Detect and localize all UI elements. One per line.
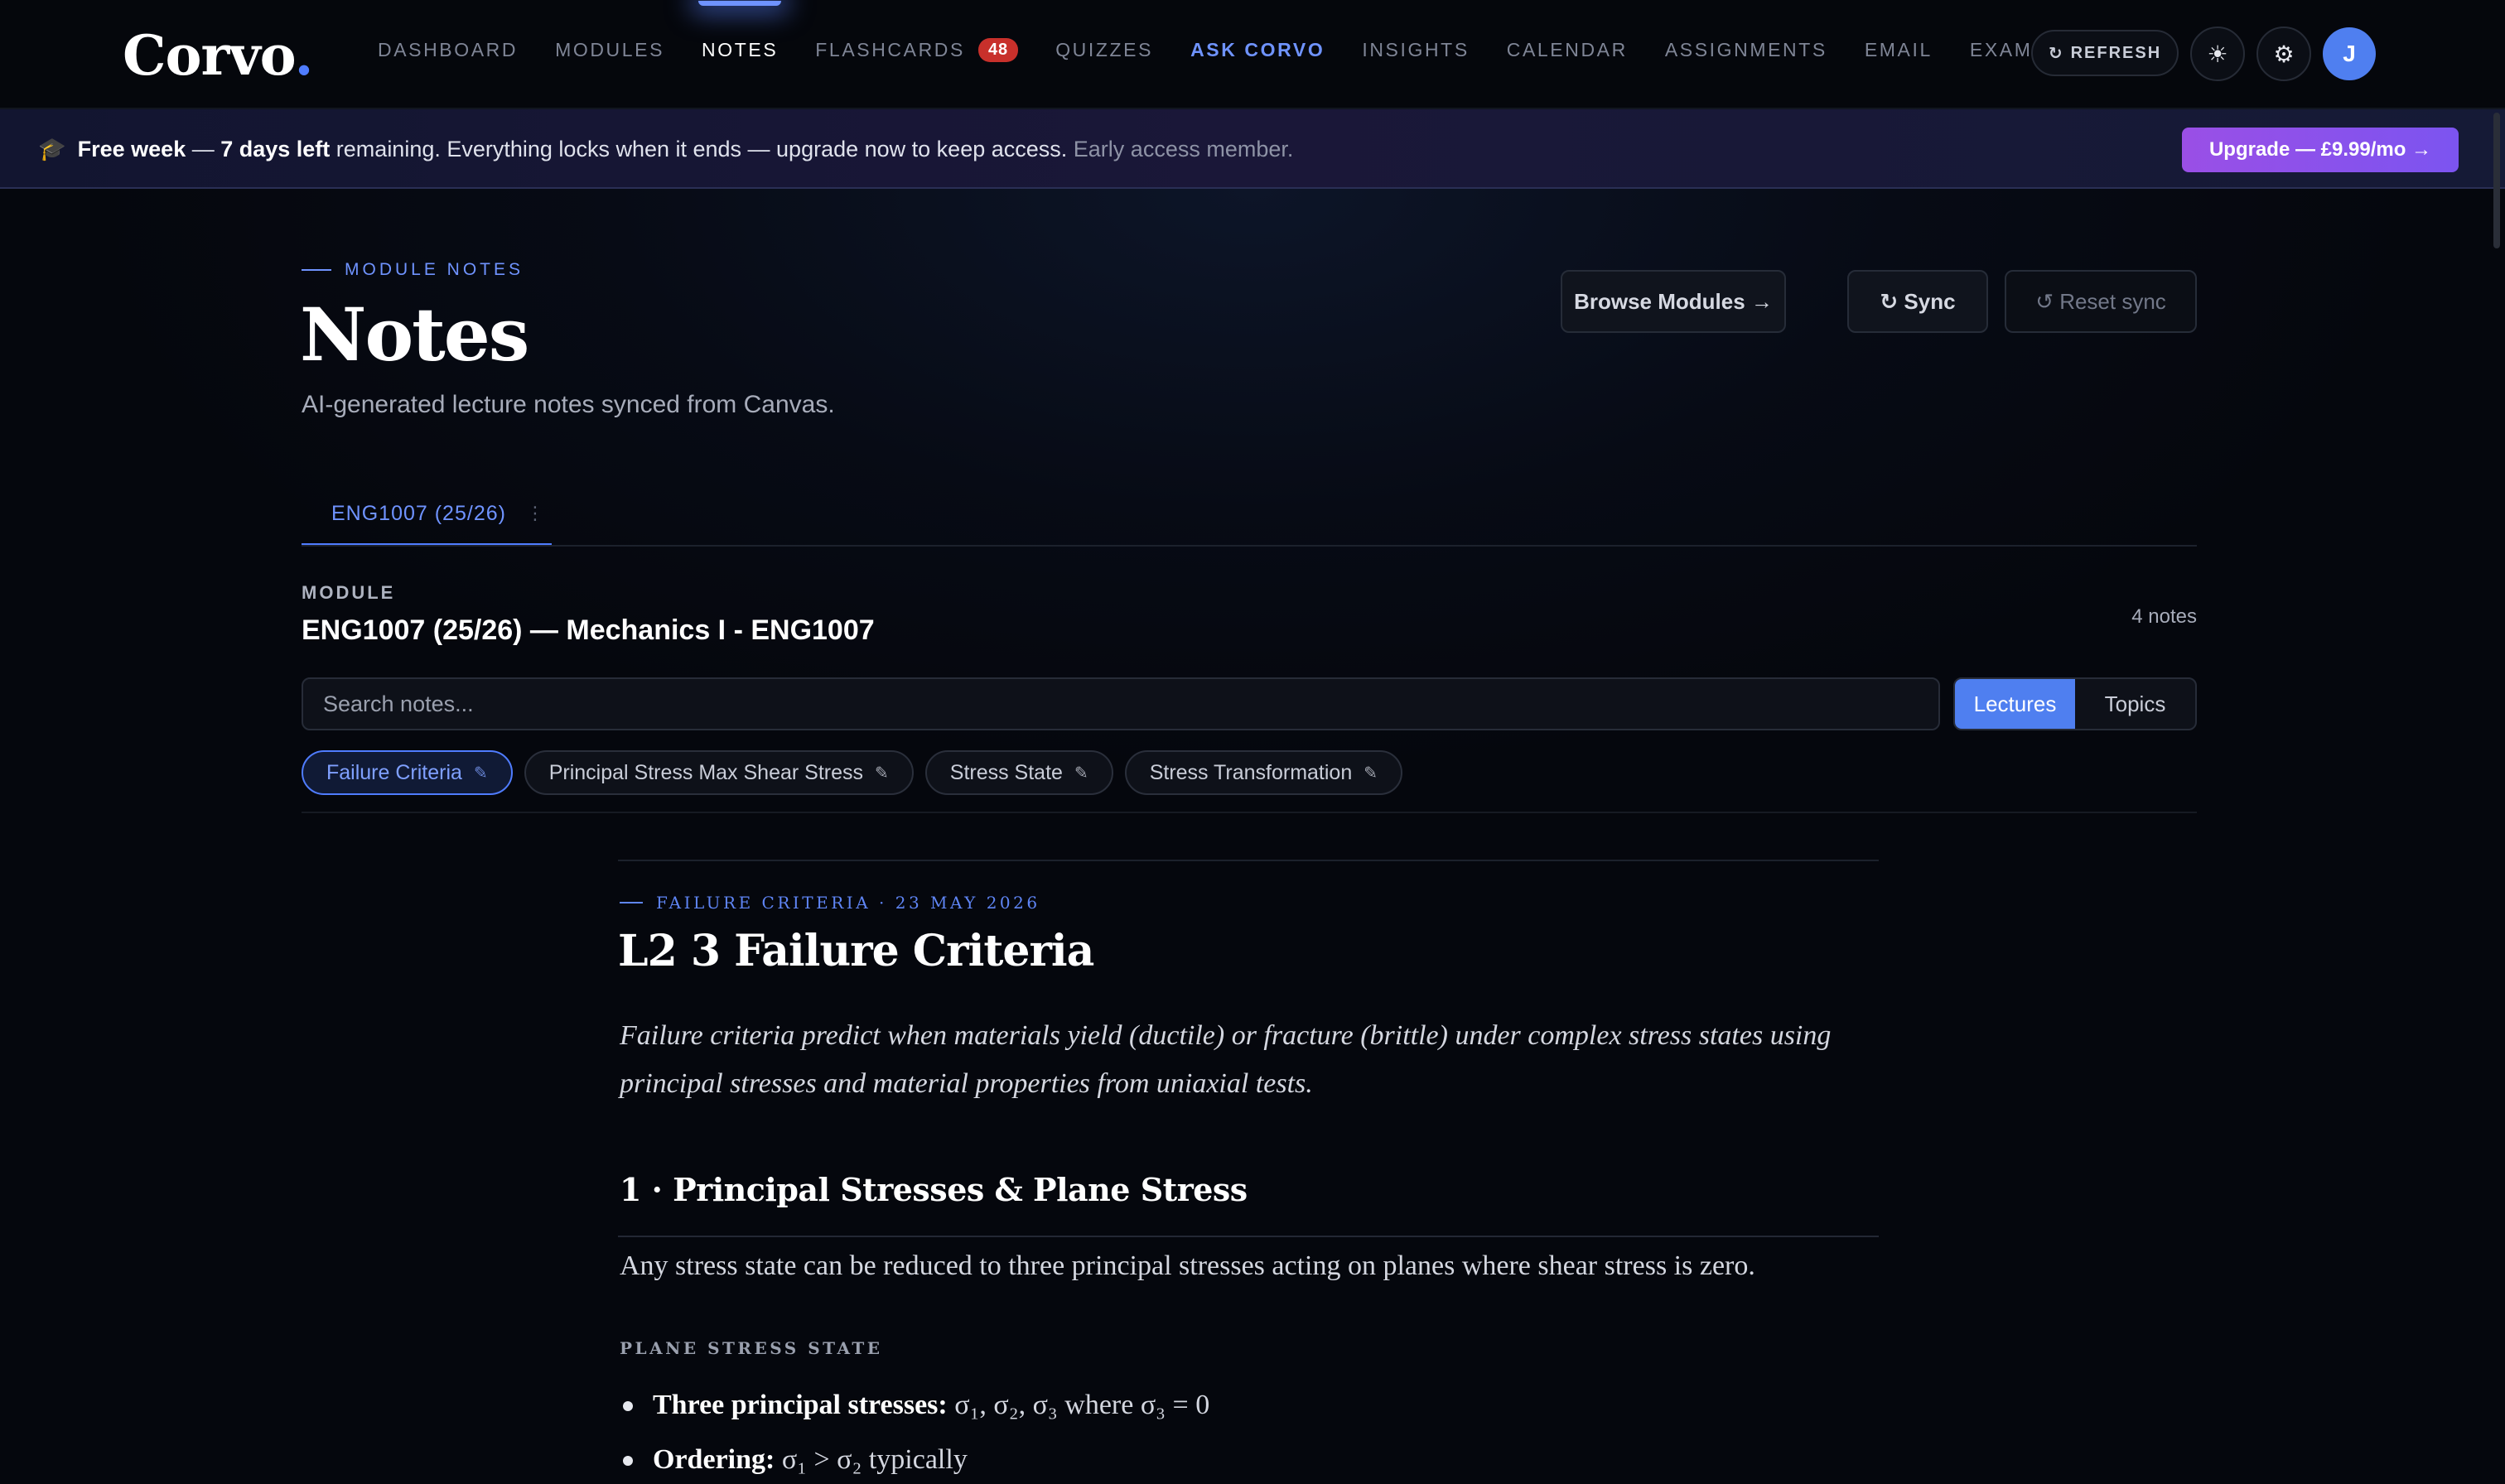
nav-insights[interactable]: INSIGHTS xyxy=(1362,39,1469,61)
flashcards-count-badge: 48 xyxy=(977,38,1019,62)
subsection-label: PLANE STRESS STATE xyxy=(620,1338,883,1358)
sync-button[interactable]: ↻ Sync xyxy=(1847,270,1988,333)
eyebrow-text: MODULE NOTES xyxy=(345,260,524,279)
trial-banner: 🎓 Free week — 7 days left remaining. Ever… xyxy=(0,109,2505,189)
nav-flashcards[interactable]: FLASHCARDS 48 xyxy=(815,38,1019,62)
banner-message: remaining. Everything locks when it ends… xyxy=(330,137,1074,161)
nav-email[interactable]: EMAIL xyxy=(1865,39,1933,61)
upgrade-button[interactable]: Upgrade — £9.99/mo → xyxy=(2182,128,2459,172)
notes-count: 4 notes xyxy=(2131,605,2197,628)
user-avatar[interactable]: J xyxy=(2323,27,2376,80)
refresh-icon: ↻ xyxy=(2048,44,2064,63)
lectures-toggle[interactable]: Lectures xyxy=(1955,679,2075,729)
gear-icon: ⚙ xyxy=(2273,41,2295,67)
nav-ask-corvo[interactable]: ASK CORVO xyxy=(1190,39,1325,61)
page-title: Notes xyxy=(300,292,529,378)
tabs-divider xyxy=(302,545,2197,547)
theme-toggle-button[interactable]: ☀ xyxy=(2190,26,2245,81)
view-toggle: Lectures Topics xyxy=(1953,677,2197,730)
eyebrow-line xyxy=(302,269,331,271)
list-item: Ordering: σ₁ > σ₂ typically xyxy=(620,1439,1209,1484)
chips-divider xyxy=(302,812,2197,813)
bullet-list: Three principal stresses: σ₁, σ₂, σ₃ whe… xyxy=(620,1385,1209,1484)
refresh-button[interactable]: ↻ REFRESH xyxy=(2031,30,2179,76)
nav-modules[interactable]: MODULES xyxy=(555,39,664,61)
section-title: 1 · Principal Stresses & Plane Stress xyxy=(620,1171,1248,1208)
chip-stress-state[interactable]: Stress State ✎ xyxy=(924,750,1113,795)
section-body: Any stress state can be reduced to three… xyxy=(620,1250,1755,1281)
chip-label: Stress State xyxy=(949,760,1063,784)
pencil-icon[interactable]: ✎ xyxy=(1364,763,1378,783)
logo[interactable]: Corvo. xyxy=(123,23,314,88)
banner-free-week: Free week xyxy=(77,137,186,161)
banner-dash: — xyxy=(186,137,221,161)
tab-label: ENG1007 (25/26) xyxy=(331,501,506,525)
article-eyebrow: FAILURE CRITERIA · 23 MAY 2026 xyxy=(620,893,1040,913)
app-root: Corvo. DASHBOARD MODULES NOTES FLASHCARD… xyxy=(0,0,2505,1484)
banner-days-left: 7 days left xyxy=(220,137,331,161)
chip-label: Failure Criteria xyxy=(326,760,462,784)
nav-assignments[interactable]: ASSIGNMENTS xyxy=(1665,39,1827,61)
bullet-term: Ordering: xyxy=(653,1444,775,1475)
list-item: Three principal stresses: σ₁, σ₂, σ₃ whe… xyxy=(620,1385,1209,1439)
kebab-menu-icon[interactable]: ⋮ xyxy=(526,503,545,524)
chip-principal-stress[interactable]: Principal Stress Max Shear Stress ✎ xyxy=(524,750,914,795)
chip-stress-transformation[interactable]: Stress Transformation ✎ xyxy=(1124,750,1402,795)
tab-eng1007[interactable]: ENG1007 (25/26) ⋮ xyxy=(302,484,552,547)
page-eyebrow: MODULE NOTES xyxy=(302,260,524,280)
logo-text: Corvo xyxy=(123,23,296,88)
nav-dashboard[interactable]: DASHBOARD xyxy=(378,39,518,61)
module-label: MODULE xyxy=(302,582,396,603)
pencil-icon[interactable]: ✎ xyxy=(474,763,488,783)
chip-failure-criteria[interactable]: Failure Criteria ✎ xyxy=(302,750,513,795)
top-nav: Corvo. DASHBOARD MODULES NOTES FLASHCARD… xyxy=(0,0,2505,109)
article-lead: Failure criteria predict when materials … xyxy=(620,1020,1832,1099)
nav-quizzes[interactable]: QUIZZES xyxy=(1055,39,1153,61)
search-notes-input[interactable] xyxy=(302,677,1940,730)
topics-toggle[interactable]: Topics xyxy=(2075,679,2195,729)
nav-notes[interactable]: NOTES xyxy=(698,1,782,61)
banner-member-note: Early access member. xyxy=(1073,137,1294,161)
sun-icon: ☀ xyxy=(2207,41,2228,67)
nav-calendar[interactable]: CALENDAR xyxy=(1507,39,1628,61)
reset-sync-button[interactable]: ↺ Reset sync xyxy=(2005,270,2197,333)
page-scrollbar[interactable] xyxy=(2493,113,2500,248)
browse-modules-button[interactable]: Browse Modules → xyxy=(1561,270,1786,333)
article-top-divider xyxy=(618,860,1879,861)
pencil-icon[interactable]: ✎ xyxy=(875,763,889,783)
trial-banner-text: 🎓 Free week — 7 days left remaining. Ever… xyxy=(38,136,1293,162)
chip-label: Stress Transformation xyxy=(1149,760,1353,784)
nav-flashcards-label: FLASHCARDS xyxy=(815,39,965,60)
logo-dot: . xyxy=(294,23,314,88)
bullet-term: Three principal stresses: xyxy=(653,1390,948,1420)
nav-items: DASHBOARD MODULES NOTES FLASHCARDS 48 QUI… xyxy=(378,1,2084,62)
graduation-cap-icon: 🎓 xyxy=(38,137,66,161)
section-divider xyxy=(618,1236,1879,1237)
module-title: ENG1007 (25/26) — Mechanics I - ENG1007 xyxy=(302,614,875,646)
eyebrow-line xyxy=(620,902,643,903)
settings-button[interactable]: ⚙ xyxy=(2256,26,2311,81)
bullet-text: σ₁ > σ₂ typically xyxy=(775,1444,968,1475)
bullet-text: σ₁, σ₂, σ₃ where σ₃ = 0 xyxy=(947,1390,1210,1420)
refresh-label: REFRESH xyxy=(2070,43,2162,62)
page-subtitle: AI-generated lecture notes synced from C… xyxy=(302,391,835,418)
pencil-icon[interactable]: ✎ xyxy=(1074,763,1088,783)
article-title: L2 3 Failure Criteria xyxy=(618,926,1094,976)
article-eyebrow-text: FAILURE CRITERIA · 23 MAY 2026 xyxy=(656,893,1040,913)
topic-chips: Failure Criteria ✎ Principal Stress Max S… xyxy=(302,750,1402,795)
chip-label: Principal Stress Max Shear Stress xyxy=(548,760,863,784)
